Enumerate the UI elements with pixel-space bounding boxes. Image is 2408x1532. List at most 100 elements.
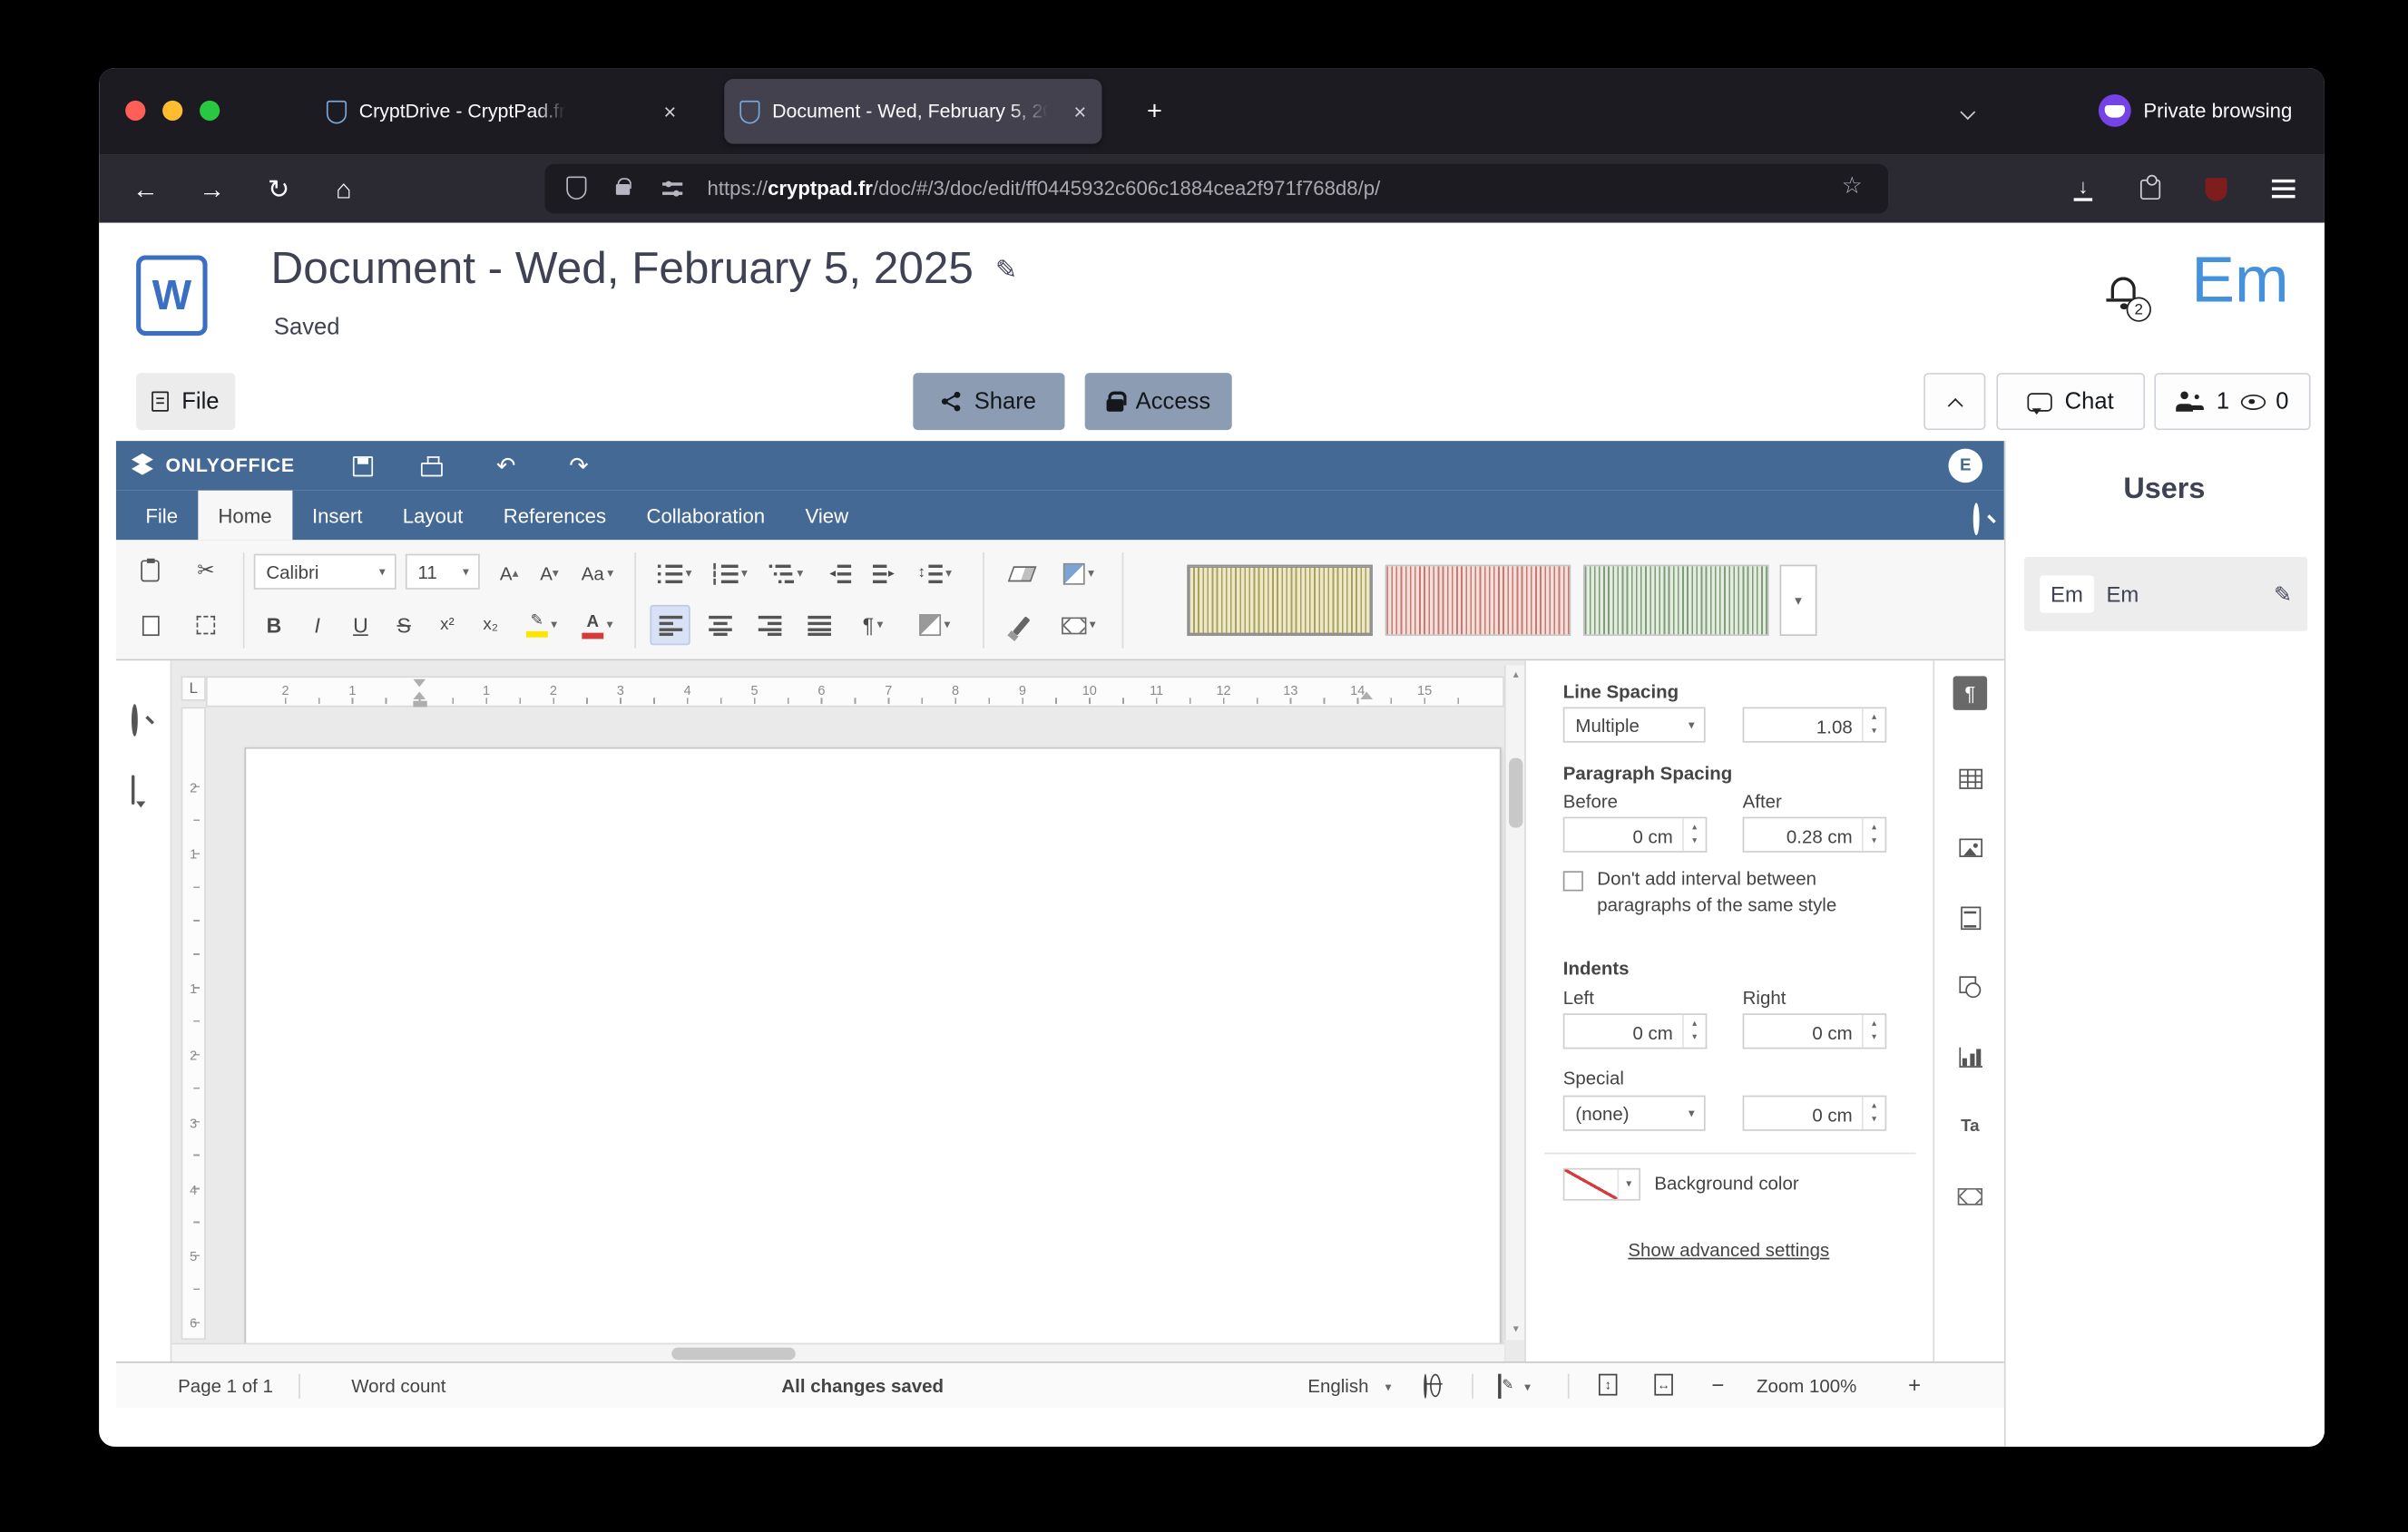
menu-collaboration[interactable]: Collaboration [626, 491, 785, 541]
zoom-out-button[interactable]: − [1712, 1372, 1725, 1397]
editor-search-button[interactable] [1973, 506, 1980, 534]
underline-button[interactable]: U [340, 605, 380, 645]
justify-button[interactable] [798, 605, 838, 645]
spin-down-icon[interactable] [1872, 727, 1876, 737]
extensions-button[interactable] [2125, 164, 2175, 214]
menu-home[interactable]: Home [198, 491, 292, 541]
edit-user-pencil-icon[interactable] [2274, 581, 2292, 607]
increase-indent-button[interactable] [864, 554, 904, 594]
style-preview-2[interactable] [1385, 565, 1571, 636]
maximize-window-button[interactable] [200, 101, 220, 121]
document-page[interactable] [245, 747, 1502, 1361]
redo-button[interactable] [562, 449, 596, 483]
paragraph-settings-tab[interactable]: ¶ [1953, 676, 1988, 710]
tab-cryptdrive[interactable]: CryptDrive - CryptPad.fr × [311, 79, 692, 144]
mail-merge-button[interactable] [1054, 605, 1104, 645]
app-menu-button[interactable] [2258, 164, 2308, 214]
menu-references[interactable]: References [484, 491, 627, 541]
participants-indicator[interactable]: 1 0 [2154, 373, 2310, 430]
access-button[interactable]: Access [1085, 373, 1232, 430]
scroll-down-arrow[interactable] [1506, 1320, 1524, 1340]
address-bar[interactable]: https://cryptpad.fr/doc/#/3/doc/edit/ff0… [544, 164, 1888, 214]
copy-style-button[interactable] [1002, 605, 1042, 645]
mail-merge-settings-tab[interactable] [1953, 1179, 1988, 1214]
style-preview-1[interactable] [1187, 565, 1373, 636]
multilevel-list-button[interactable] [761, 554, 811, 594]
advanced-settings-link[interactable]: Show advanced settings [1628, 1239, 1829, 1261]
menu-insert[interactable]: Insert [292, 491, 383, 541]
indent-right-spinner[interactable]: 0 cm [1743, 1013, 1887, 1049]
user-list-item[interactable]: Em Em [2024, 557, 2307, 631]
edit-title-pencil-icon[interactable] [995, 255, 1017, 286]
styles-gallery-expand-button[interactable] [1780, 565, 1817, 636]
save-button[interactable] [345, 449, 379, 483]
fit-to-page-button[interactable] [1599, 1374, 1617, 1396]
list-tabs-button[interactable] [1963, 97, 1973, 125]
nonprinting-characters-button[interactable]: ¶ [848, 605, 898, 645]
horizontal-ruler[interactable]: 21123456789101112131415 [206, 676, 1504, 707]
spacing-before-spinner[interactable]: 0 cm [1563, 817, 1708, 853]
close-tab-icon[interactable]: × [1073, 101, 1086, 122]
bookmark-star-icon[interactable] [1842, 175, 1863, 199]
line-spacing-button[interactable] [910, 554, 960, 594]
language-selector[interactable]: English [1307, 1375, 1368, 1397]
chat-button[interactable]: Chat [1996, 373, 2145, 430]
left-indent-marker[interactable] [413, 701, 426, 707]
connection-lock-icon[interactable] [616, 184, 630, 195]
close-window-button[interactable] [125, 101, 145, 121]
clear-style-button[interactable] [1002, 554, 1042, 594]
image-settings-tab[interactable] [1953, 831, 1988, 865]
back-button[interactable] [121, 164, 171, 214]
menu-view[interactable]: View [785, 491, 868, 541]
select-all-button[interactable] [186, 605, 226, 645]
numbering-button[interactable] [706, 554, 756, 594]
paste-button[interactable] [130, 551, 170, 590]
notifications-bell-icon[interactable] [2111, 277, 2136, 298]
line-spacing-mode-dropdown[interactable]: Multiple [1563, 707, 1706, 743]
fit-to-width-button[interactable] [1654, 1374, 1672, 1396]
tab-document[interactable]: Document - Wed, February 5, 2025 × [724, 79, 1101, 144]
undo-button[interactable] [489, 449, 524, 483]
change-case-button[interactable]: Aa [573, 554, 622, 594]
reload-button[interactable] [254, 164, 304, 214]
vertical-scroll-thumb[interactable] [1509, 758, 1522, 828]
tracking-protection-shield-icon[interactable] [566, 176, 586, 200]
close-tab-icon[interactable]: × [663, 101, 676, 122]
special-indent-dropdown[interactable]: (none) [1563, 1096, 1706, 1131]
bullets-button[interactable] [650, 554, 700, 594]
font-color-button[interactable]: A [573, 605, 622, 645]
horizontal-scroll-thumb[interactable] [671, 1348, 795, 1361]
share-button[interactable]: Share [913, 373, 1064, 430]
color-scheme-button[interactable] [1054, 554, 1104, 594]
subscript-button[interactable]: x₂ [471, 605, 511, 645]
forward-button[interactable] [187, 164, 237, 214]
decrement-font-size-button[interactable]: A [529, 554, 569, 594]
highlight-color-button[interactable]: ✎ [517, 605, 567, 645]
navigation-button[interactable] [132, 844, 160, 872]
bold-button[interactable]: B [254, 605, 294, 645]
zoom-in-button[interactable]: + [1908, 1372, 1921, 1397]
scroll-up-arrow[interactable] [1506, 665, 1524, 685]
align-right-button[interactable] [749, 605, 789, 645]
spin-up-icon[interactable] [1872, 713, 1876, 722]
shape-settings-tab[interactable] [1953, 970, 1988, 1004]
align-center-button[interactable] [700, 605, 739, 645]
cut-button[interactable] [186, 551, 226, 590]
spacing-after-spinner[interactable]: 0.28 cm [1743, 817, 1887, 853]
right-indent-marker[interactable] [1360, 691, 1373, 699]
downloads-button[interactable] [2059, 164, 2109, 214]
header-footer-settings-tab[interactable] [1953, 901, 1988, 935]
vertical-scrollbar[interactable] [1504, 665, 1524, 1340]
home-button[interactable] [318, 164, 368, 214]
collapse-toolbar-button[interactable] [1923, 373, 1985, 430]
textart-settings-tab[interactable]: Ta [1953, 1109, 1988, 1144]
horizontal-scrollbar[interactable] [171, 1343, 1504, 1361]
editor-user-avatar[interactable]: E [1948, 449, 1982, 483]
ublock-extension-button[interactable] [2191, 164, 2241, 214]
menu-file[interactable]: File [125, 491, 198, 541]
strikethrough-button[interactable]: S [384, 605, 424, 645]
comments-button[interactable] [132, 776, 160, 805]
print-button[interactable] [415, 449, 449, 483]
increment-font-size-button[interactable]: A [489, 554, 529, 594]
document-language-button[interactable] [1424, 1375, 1426, 1397]
